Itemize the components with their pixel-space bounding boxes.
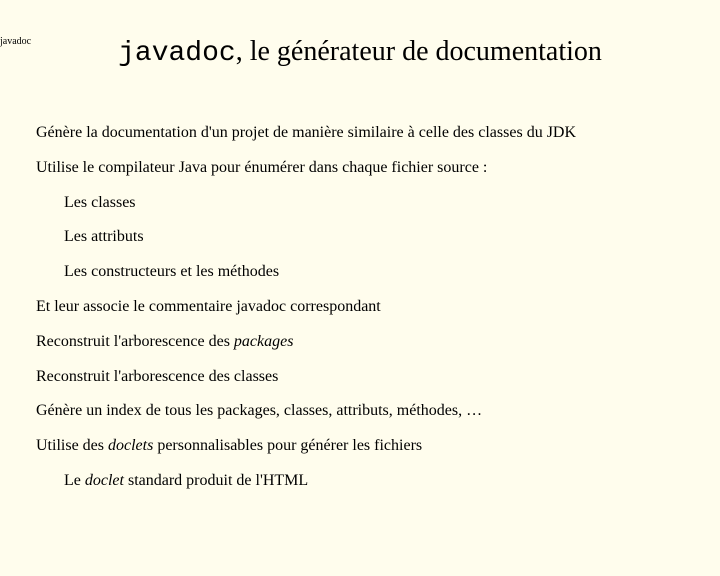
corner-label: javadoc	[0, 36, 31, 47]
title-rest: , le générateur de documentation	[236, 36, 602, 67]
para-packages: Reconstruit l'arborescence des packages	[36, 332, 690, 353]
para-packages-a: Reconstruit l'arborescence des	[36, 333, 234, 350]
content-body: Génère la documentation d'un projet de m…	[0, 123, 720, 492]
para-doclets-c: personnalisables pour générer les fichie…	[153, 437, 422, 454]
para-associate: Et leur associe le commentaire javadoc c…	[36, 297, 690, 318]
bullet-classes: Les classes	[36, 193, 690, 214]
bullet-doclet-c: standard produit de l'HTML	[124, 472, 308, 489]
page-title: javadoc, le générateur de documentation	[0, 36, 720, 69]
bullet-doclet-std: Le doclet standard produit de l'HTML	[36, 471, 690, 492]
bullet-doclet-italic: doclet	[85, 472, 124, 489]
para-compiler: Utilise le compilateur Java pour énumére…	[36, 158, 690, 179]
title-mono: javadoc	[118, 38, 236, 69]
para-generate: Génère la documentation d'un projet de m…	[36, 123, 690, 144]
para-index: Génère un index de tous les packages, cl…	[36, 401, 690, 422]
para-doclets-italic: doclets	[108, 437, 153, 454]
bullet-attributes: Les attributs	[36, 227, 690, 248]
bullet-constructors: Les constructeurs et les méthodes	[36, 262, 690, 283]
para-doclets-a: Utilise des	[36, 437, 108, 454]
para-packages-italic: packages	[234, 333, 294, 350]
para-doclets: Utilise des doclets personnalisables pou…	[36, 436, 690, 457]
para-classes-tree: Reconstruit l'arborescence des classes	[36, 367, 690, 388]
bullet-doclet-a: Le	[64, 472, 85, 489]
